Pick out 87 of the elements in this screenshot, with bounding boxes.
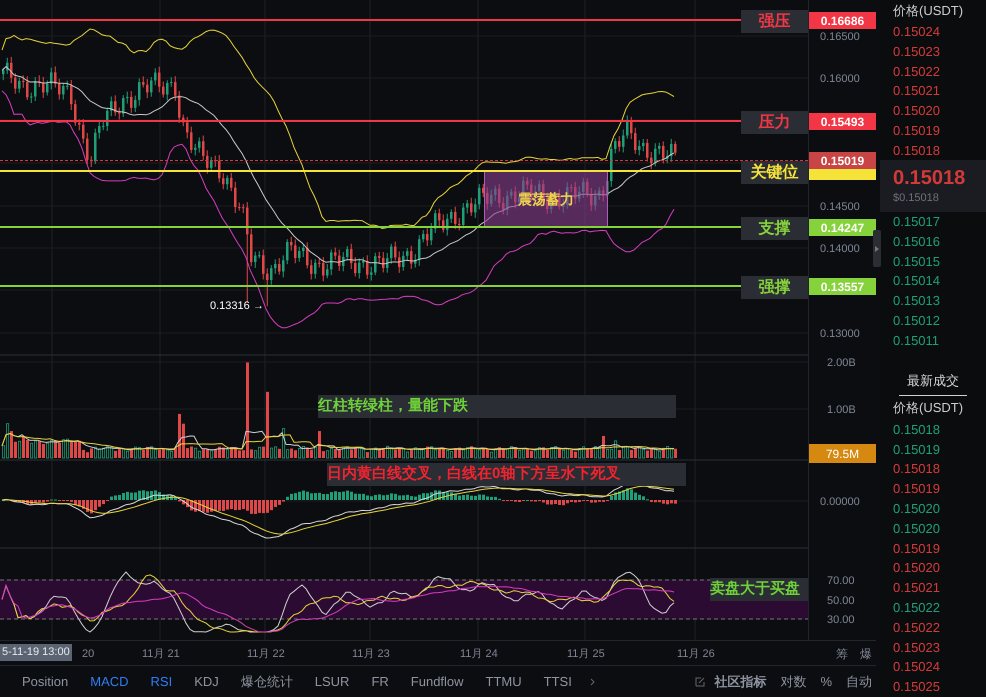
range-annotation: 震荡蓄力 (484, 171, 608, 228)
indicator-tab[interactable]: 爆仓统计 (240, 672, 293, 692)
ask-price: 0.15021 (892, 82, 941, 100)
trade-price: 0.15019 (892, 440, 941, 459)
ask-price: 0.15022 (892, 62, 941, 81)
edit-icon[interactable] (694, 676, 706, 688)
trade-price: 0.15020 (892, 559, 941, 578)
ask-price: 0.15023 (892, 42, 941, 61)
panel-collapse-handle[interactable] (873, 230, 881, 267)
indicator-tab[interactable]: Fundflow (410, 672, 464, 692)
low-price-marker: 0.13316 → (210, 299, 264, 314)
time-axis-label: 11月 22 (247, 647, 285, 662)
volume-axis-label: 1.00B (827, 403, 856, 418)
trade-price: 0.15018 (892, 460, 941, 478)
trade-price: 0.15018 (892, 420, 941, 439)
trade-price: 0.15020 (892, 500, 941, 518)
trades-header: 价格(USDT) (892, 399, 964, 418)
bid-price: 0.15017 (892, 212, 941, 231)
price-axis-label: 0.13000 (820, 327, 860, 342)
trade-price: 0.15020 (892, 520, 941, 538)
time-axis-label: 11月 24 (460, 647, 498, 662)
axis-button[interactable]: 筹 (836, 645, 848, 663)
indicator-tab[interactable]: MACD (90, 672, 129, 692)
macd-axis-label: 0.00000 (820, 495, 860, 510)
bid-price: 0.15015 (892, 252, 941, 271)
rsi-axis-label: 70.00 (827, 574, 855, 589)
volume-axis-label: 2.00B (827, 356, 856, 371)
rsi-axis-label: 30.00 (827, 613, 855, 628)
bid-price: 0.15013 (892, 292, 941, 310)
trades-tab[interactable]: 最新成交 (899, 371, 967, 396)
price-axis-label: 0.14500 (820, 200, 860, 215)
trade-price: 0.15025 (892, 678, 941, 696)
time-axis-label: 11月 21 (142, 647, 180, 662)
trade-price: 0.15019 (892, 480, 941, 498)
chart-note: 卖盘大于买盘 (710, 578, 808, 601)
level-label: 支撑 (741, 217, 808, 240)
indicator-tab[interactable]: RSI (150, 672, 172, 692)
trade-price: 0.15021 (892, 579, 941, 598)
chart-toolbar-button[interactable]: % (820, 672, 832, 692)
chart-note: 红柱转绿柱，量能下跌 (318, 395, 676, 418)
time-axis-label: 20 (82, 647, 94, 662)
chart-toolbar-button[interactable]: 自动 (846, 672, 872, 692)
rsi-axis-label: 50.00 (827, 594, 855, 609)
indicator-tab[interactable]: TTMU (486, 672, 522, 692)
chart-toolbar-button[interactable]: 对数 (780, 672, 806, 692)
indicator-tab[interactable]: TTSI (544, 672, 572, 692)
indicator-tab[interactable]: FR (371, 672, 389, 692)
level-label: 压力 (741, 111, 808, 134)
price-tag: 0.13557 (809, 278, 876, 295)
ask-price: 0.15024 (892, 22, 941, 41)
indicator-tab[interactable]: KDJ (194, 672, 219, 692)
ask-price: 0.15019 (892, 122, 941, 140)
last-price-usd: $0.15018 (893, 190, 940, 206)
volume-tag: 79.5M (809, 444, 876, 463)
chart-note: 日内黄白线交叉，白线在0轴下方呈水下死叉 (327, 463, 686, 486)
bid-price: 0.15014 (892, 272, 941, 290)
ask-price: 0.15018 (892, 142, 941, 160)
price-tag: 0.15493 (809, 113, 876, 130)
time-axis-label: 11月 25 (567, 647, 605, 662)
indicator-tab[interactable]: LSUR (314, 672, 350, 692)
price-axis-label: 0.16000 (820, 72, 860, 87)
last-price-tag: 0.15019 (809, 152, 876, 169)
trade-price: 0.15022 (892, 618, 941, 637)
ask-price: 0.15020 (892, 102, 941, 120)
price-tag: 0.16686 (809, 12, 876, 29)
indicator-tab[interactable]: Position (22, 672, 68, 692)
time-axis-label: 11月 26 (677, 647, 715, 662)
time-axis-label: 11月 23 (352, 647, 390, 662)
bid-price: 0.15016 (892, 232, 941, 251)
price-axis-label: 0.16500 (820, 30, 860, 45)
trade-price: 0.15019 (892, 540, 941, 558)
level-label: 强撑 (741, 276, 808, 299)
price-axis-label: 0.14000 (820, 242, 860, 257)
trade-price: 0.15024 (892, 658, 941, 676)
axis-button[interactable]: 爆 (860, 645, 872, 663)
order-book-header: 价格(USDT) (892, 2, 964, 20)
price-tag: 0.14247 (809, 219, 876, 236)
chevron-right-icon[interactable] (590, 678, 596, 686)
bid-price: 0.15012 (892, 312, 941, 330)
chart-toolbar-button[interactable]: 社区指标 (714, 672, 766, 692)
last-price: 0.15018 (893, 166, 966, 190)
time-cursor-label: 5-11-19 13:00 (0, 644, 72, 661)
bid-price: 0.15011 (892, 332, 940, 350)
trade-price: 0.15023 (892, 638, 941, 657)
level-label: 关键位 (741, 161, 808, 184)
level-label: 强压 (741, 10, 808, 33)
trade-price: 0.15022 (892, 599, 941, 618)
